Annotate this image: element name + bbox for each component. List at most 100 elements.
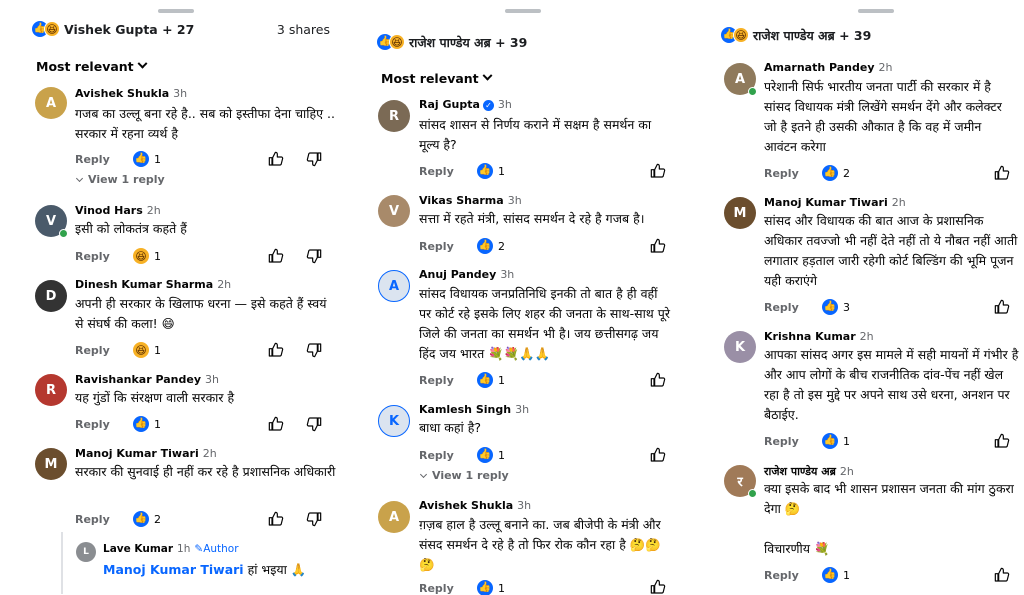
comment-author[interactable]: Avishek Shukla 3h bbox=[75, 87, 187, 100]
author-name[interactable]: Amarnath Pandey bbox=[764, 61, 875, 74]
comment-author[interactable]: Manoj Kumar Tiwari 2h bbox=[764, 196, 906, 209]
reply-button[interactable]: Reply bbox=[75, 250, 133, 263]
drag-handle[interactable] bbox=[158, 9, 194, 13]
author-name[interactable]: राजेश पाण्डेय अब्र bbox=[764, 465, 836, 478]
avatar[interactable]: V bbox=[35, 205, 68, 238]
author-name[interactable]: Vikas Sharma bbox=[419, 194, 504, 207]
comment-time[interactable]: 3h bbox=[173, 87, 187, 100]
thumb-up-icon[interactable] bbox=[650, 447, 666, 463]
author-name[interactable]: Lave Kumar bbox=[103, 543, 173, 555]
reply-button[interactable]: Reply bbox=[764, 569, 822, 582]
thumb-up-icon[interactable] bbox=[268, 151, 284, 167]
drag-handle[interactable] bbox=[858, 9, 894, 13]
thumb-up-icon[interactable] bbox=[994, 165, 1010, 181]
author-name[interactable]: Ravishankar Pandey bbox=[75, 373, 201, 386]
comment-time[interactable]: 2h bbox=[879, 61, 893, 74]
reply-button[interactable]: Reply bbox=[75, 513, 133, 526]
reply-button[interactable]: Reply bbox=[75, 344, 133, 357]
comment-author[interactable]: Raj Gupta ✓ 3h bbox=[419, 98, 512, 111]
reply-button[interactable]: Reply bbox=[419, 449, 477, 462]
reply-button[interactable]: Reply bbox=[764, 435, 822, 448]
comment-author[interactable]: Krishna Kumar 2h bbox=[764, 330, 874, 343]
comment-time[interactable]: 2h bbox=[840, 465, 854, 478]
comment-author[interactable]: Amarnath Pandey 2h bbox=[764, 61, 893, 74]
comment-time[interactable]: 1h bbox=[177, 543, 190, 555]
reply-button[interactable]: Reply bbox=[419, 374, 477, 387]
thumb-up-icon[interactable] bbox=[268, 416, 284, 432]
thumb-down-icon[interactable] bbox=[306, 511, 322, 527]
avatar[interactable]: R bbox=[378, 100, 410, 132]
thumb-up-icon[interactable] bbox=[650, 238, 666, 254]
reaction-count[interactable]: 👍 1 bbox=[477, 447, 505, 463]
reply-button[interactable]: Reply bbox=[419, 165, 477, 178]
comment-author[interactable]: Vinod Hars 2h bbox=[75, 204, 161, 217]
comment-author[interactable]: Lave Kumar 1h ✎Author bbox=[103, 543, 239, 555]
reaction-summary[interactable]: 👍 😆 Vishek Gupta + 27 3 shares bbox=[32, 17, 346, 41]
comment-author[interactable]: Kamlesh Singh 3h bbox=[419, 403, 529, 416]
sort-dropdown[interactable]: Most relevant bbox=[36, 55, 148, 77]
thumb-up-icon[interactable] bbox=[650, 579, 666, 595]
avatar[interactable]: A bbox=[378, 270, 410, 302]
thumb-up-icon[interactable] bbox=[268, 511, 284, 527]
avatar[interactable]: A bbox=[378, 501, 410, 533]
author-name[interactable]: Manoj Kumar Tiwari bbox=[75, 447, 199, 460]
reaction-summary[interactable]: 👍 😆 राजेश पाण्डेय अब्र + 39 bbox=[377, 30, 680, 54]
comment-author[interactable]: Manoj Kumar Tiwari 2h bbox=[75, 447, 217, 460]
comment-author[interactable]: Avishek Shukla 3h bbox=[419, 499, 531, 512]
avatar[interactable]: A bbox=[35, 87, 67, 119]
comment-author[interactable]: Ravishankar Pandey 3h bbox=[75, 373, 219, 386]
shares-count[interactable]: 3 shares bbox=[277, 22, 330, 37]
sort-dropdown[interactable]: Most relevant bbox=[381, 67, 493, 89]
author-name[interactable]: Avishek Shukla bbox=[75, 87, 169, 100]
comment-time[interactable]: 3h bbox=[205, 373, 219, 386]
drag-handle[interactable] bbox=[505, 9, 541, 13]
comment-author[interactable]: Dinesh Kumar Sharma 2h bbox=[75, 278, 231, 291]
thumb-up-icon[interactable] bbox=[268, 342, 284, 358]
thumb-up-icon[interactable] bbox=[994, 433, 1010, 449]
avatar[interactable]: M bbox=[35, 448, 67, 480]
reaction-count[interactable]: 👍 2 bbox=[822, 165, 850, 181]
author-name[interactable]: Raj Gupta bbox=[419, 98, 480, 111]
reaction-count[interactable]: 👍 1 bbox=[477, 372, 505, 388]
avatar[interactable]: M bbox=[724, 197, 756, 229]
reaction-count[interactable]: 👍 1 bbox=[133, 416, 161, 432]
avatar[interactable]: A bbox=[724, 63, 757, 96]
avatar[interactable]: K bbox=[378, 405, 410, 437]
author-name[interactable]: Anuj Pandey bbox=[419, 268, 496, 281]
thumb-up-icon[interactable] bbox=[650, 372, 666, 388]
comment-time[interactable]: 2h bbox=[892, 196, 906, 209]
author-name[interactable]: Vinod Hars bbox=[75, 204, 143, 217]
reply-button[interactable]: Reply bbox=[764, 301, 822, 314]
avatar[interactable]: र bbox=[724, 465, 757, 498]
comment-author[interactable]: राजेश पाण्डेय अब्र 2h bbox=[764, 464, 854, 479]
comment-time[interactable]: 2h bbox=[860, 330, 874, 343]
author-name[interactable]: Avishek Shukla bbox=[419, 499, 513, 512]
author-name[interactable]: Krishna Kumar bbox=[764, 330, 856, 343]
reply-button[interactable]: Reply bbox=[764, 167, 822, 180]
reaction-count[interactable]: 👍 1 bbox=[822, 567, 850, 583]
reaction-count[interactable]: 👍 1 bbox=[477, 580, 505, 595]
avatar[interactable]: R bbox=[35, 374, 67, 406]
comment-time[interactable]: 3h bbox=[517, 499, 531, 512]
reply-button[interactable]: Reply bbox=[419, 240, 477, 253]
author-name[interactable]: Dinesh Kumar Sharma bbox=[75, 278, 213, 291]
thumb-up-icon[interactable] bbox=[650, 163, 666, 179]
mention-link[interactable]: Manoj Kumar Tiwari bbox=[103, 562, 244, 577]
thumb-down-icon[interactable] bbox=[306, 342, 322, 358]
reaction-summary[interactable]: 👍 😆 राजेश पाण्डेय अब्र + 39 bbox=[721, 23, 1024, 47]
view-replies-button[interactable]: View 1 reply bbox=[75, 173, 165, 186]
reaction-count[interactable]: 😆 1 bbox=[133, 248, 161, 264]
reaction-count[interactable]: 👍 1 bbox=[133, 151, 161, 167]
avatar[interactable]: L bbox=[76, 542, 96, 562]
thumb-down-icon[interactable] bbox=[306, 416, 322, 432]
reply-button[interactable]: Reply bbox=[75, 418, 133, 431]
comment-author[interactable]: Vikas Sharma 3h bbox=[419, 194, 522, 207]
thumb-up-icon[interactable] bbox=[994, 299, 1010, 315]
comment-time[interactable]: 2h bbox=[147, 204, 161, 217]
thumb-up-icon[interactable] bbox=[994, 567, 1010, 583]
reaction-count[interactable]: 👍 1 bbox=[822, 433, 850, 449]
comment-time[interactable]: 3h bbox=[498, 98, 512, 111]
reply-button[interactable]: Reply bbox=[419, 582, 477, 595]
thumb-up-icon[interactable] bbox=[268, 248, 284, 264]
avatar[interactable]: K bbox=[724, 331, 756, 363]
